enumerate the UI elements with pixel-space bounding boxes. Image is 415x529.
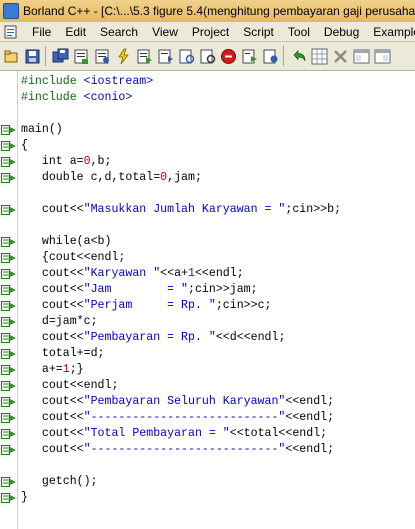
document-icon[interactable] — [3, 25, 19, 39]
code-line[interactable]: cout<<"Pembayaran Seluruh Karyawan"<<end… — [21, 394, 334, 410]
line-marker-icon[interactable] — [1, 412, 16, 424]
breakpoint-icon[interactable] — [240, 47, 259, 66]
line-marker-icon[interactable] — [1, 348, 16, 360]
code-line[interactable]: cout<<"---------------------------"<<end… — [21, 410, 334, 426]
code-line[interactable]: cout<<"Jam = ";cin>>jam; — [21, 282, 258, 298]
run-icon[interactable] — [114, 47, 133, 66]
code-line[interactable]: total+=d; — [21, 346, 105, 362]
code-line[interactable]: cout<<"Karyawan "<<a+1<<endl; — [21, 266, 244, 282]
menu-file[interactable]: File — [25, 25, 58, 39]
grid-icon[interactable] — [310, 47, 329, 66]
code-line[interactable]: cout<<"Pembayaran = Rp. "<<d<<endl; — [21, 330, 286, 346]
code-line[interactable]: cout<<"Total Pembayaran = "<<total<<endl… — [21, 426, 327, 442]
code-line[interactable]: cout<<endl; — [21, 378, 119, 394]
toolbar — [0, 42, 415, 71]
app-icon — [3, 3, 19, 19]
window-title: Borland C++ - [C:\...\5.3 figure 5.4(men… — [23, 4, 415, 18]
make-icon[interactable] — [93, 47, 112, 66]
open-file-icon[interactable] — [2, 47, 21, 66]
save-file-icon[interactable] — [23, 47, 42, 66]
code-line[interactable]: getch(); — [21, 474, 98, 490]
menu-edit[interactable]: Edit — [58, 25, 93, 39]
code-line[interactable]: cout<<"Masukkan Jumlah Karyawan = ";cin>… — [21, 202, 341, 218]
code-line[interactable]: main() — [21, 122, 63, 138]
code-line[interactable]: } — [21, 490, 28, 506]
code-line[interactable]: cout<<"---------------------------"<<end… — [21, 442, 334, 458]
save-all-icon[interactable] — [51, 47, 70, 66]
line-marker-icon[interactable] — [1, 268, 16, 280]
title-bar[interactable]: Borland C++ - [C:\...\5.3 figure 5.4(men… — [0, 0, 415, 23]
line-marker-icon[interactable] — [1, 172, 16, 184]
line-marker-icon[interactable] — [1, 140, 16, 152]
line-marker-icon[interactable] — [1, 204, 16, 216]
line-marker-icon[interactable] — [1, 124, 16, 136]
editor-gutter[interactable] — [0, 71, 17, 529]
menu-tool[interactable]: Tool — [281, 25, 317, 39]
debug-icon[interactable] — [135, 47, 154, 66]
code-line[interactable]: while(a<b) — [21, 234, 112, 250]
line-marker-icon[interactable] — [1, 396, 16, 408]
line-marker-icon[interactable] — [1, 428, 16, 440]
toolbar-separator — [283, 46, 284, 66]
cancel-icon[interactable] — [331, 47, 350, 66]
line-marker-icon[interactable] — [1, 492, 16, 504]
line-marker-icon[interactable] — [1, 284, 16, 296]
toolbar-separator — [45, 46, 46, 66]
menu-examples[interactable]: Example s — [366, 25, 415, 39]
code-line[interactable]: cout<<"Perjam = Rp. ";cin>>c; — [21, 298, 272, 314]
step-icon[interactable] — [156, 47, 175, 66]
code-editor[interactable]: #include <iostream> #include <conio> main(… — [0, 71, 415, 529]
code-line[interactable]: a+=1;} — [21, 362, 84, 378]
menu-search[interactable]: Search — [93, 25, 145, 39]
code-line[interactable]: #include <conio> — [21, 90, 132, 106]
code-line[interactable]: { — [21, 138, 28, 154]
code-line[interactable]: #include <iostream> — [21, 74, 153, 90]
line-marker-icon[interactable] — [1, 380, 16, 392]
line-marker-icon[interactable] — [1, 252, 16, 264]
code-line[interactable]: d=jam*c; — [21, 314, 98, 330]
step-over-icon[interactable] — [177, 47, 196, 66]
stop-icon[interactable] — [219, 47, 238, 66]
trace-icon[interactable] — [198, 47, 217, 66]
window-icon-2[interactable] — [373, 47, 392, 66]
menu-view[interactable]: View — [145, 25, 185, 39]
menu-bar: File Edit Search View Project Script Too… — [0, 22, 415, 42]
menu-script[interactable]: Script — [236, 25, 281, 39]
compile-icon[interactable] — [72, 47, 91, 66]
line-marker-icon[interactable] — [1, 332, 16, 344]
window-icon[interactable] — [352, 47, 371, 66]
line-marker-icon[interactable] — [1, 236, 16, 248]
code-line[interactable]: int a=0,b; — [21, 154, 112, 170]
gutter-divider — [17, 71, 18, 529]
undo-icon[interactable] — [289, 47, 308, 66]
line-marker-icon[interactable] — [1, 444, 16, 456]
menu-debug[interactable]: Debug — [317, 25, 366, 39]
line-marker-icon[interactable] — [1, 156, 16, 168]
code-area[interactable]: #include <iostream> #include <conio> main(… — [21, 71, 415, 529]
line-marker-icon[interactable] — [1, 300, 16, 312]
code-line[interactable]: double c,d,total=0,jam; — [21, 170, 202, 186]
menu-project[interactable]: Project — [185, 25, 236, 39]
line-marker-icon[interactable] — [1, 364, 16, 376]
code-line[interactable]: {cout<<endl; — [21, 250, 126, 266]
watch-icon[interactable] — [261, 47, 280, 66]
line-marker-icon[interactable] — [1, 476, 16, 488]
line-marker-icon[interactable] — [1, 316, 16, 328]
